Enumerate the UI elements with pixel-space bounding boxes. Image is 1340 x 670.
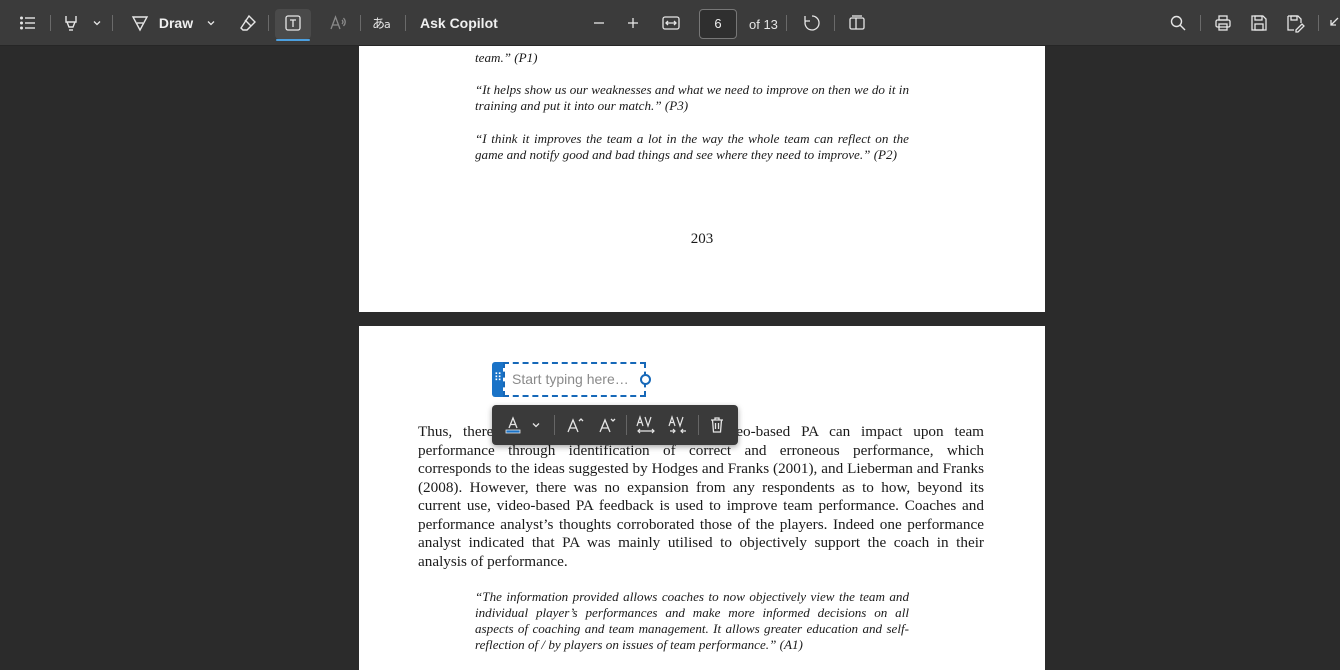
highlight-icon[interactable] [58, 9, 84, 37]
font-color-icon[interactable] [502, 414, 524, 436]
toolbar-divider [360, 15, 361, 31]
fit-width-icon[interactable] [658, 9, 684, 37]
delete-icon[interactable] [705, 414, 729, 436]
body-paragraph-start: Thus, there [418, 423, 494, 440]
page-number: 203 [690, 231, 714, 247]
translate-icon[interactable]: あ a [368, 9, 396, 37]
page-total-label: of 13 [749, 17, 778, 32]
quote-p3: “It helps show us our weaknesses and wha… [475, 82, 909, 113]
pdf-toolbar: Draw あ a Ask Copilot 6 of 13 [0, 0, 1340, 46]
ask-copilot-button[interactable]: Ask Copilot [420, 9, 500, 37]
toolbar-divider [1318, 15, 1319, 31]
toolbar-divider [268, 15, 269, 31]
increase-font-icon[interactable] [562, 414, 588, 436]
page-view-icon[interactable] [844, 9, 870, 37]
erase-icon[interactable] [234, 9, 262, 37]
text-format-toolbar [492, 405, 738, 445]
toolbar-divider [786, 15, 787, 31]
quote-fragment: team.” (P1) [475, 50, 538, 65]
text-box-icon[interactable] [279, 9, 307, 37]
pdf-page-204: Thus, there eo-based PA can impact upon … [359, 326, 1045, 670]
contents-icon[interactable] [14, 9, 42, 37]
print-icon[interactable] [1210, 9, 1236, 37]
resize-handle-icon[interactable] [640, 374, 651, 385]
svg-text:a: a [384, 18, 391, 31]
zoom-out-icon[interactable] [587, 9, 611, 37]
draw-button[interactable]: Draw [156, 9, 196, 37]
rotate-icon[interactable] [799, 9, 825, 37]
toolbar-divider [405, 15, 406, 31]
save-as-icon[interactable] [1282, 9, 1308, 37]
draw-icon[interactable] [126, 9, 154, 37]
quote-p2: “I think it improves the team a lot in t… [475, 131, 909, 162]
chevron-down-icon[interactable] [528, 414, 544, 436]
collapse-icon[interactable] [1326, 9, 1340, 37]
read-aloud-icon[interactable] [324, 9, 352, 37]
toolbar-divider [112, 15, 113, 31]
page-number-input[interactable]: 6 [699, 9, 737, 39]
active-tool-indicator [276, 39, 310, 41]
toolbar-divider [1200, 15, 1201, 31]
text-box-placeholder[interactable]: Start typing here… [512, 371, 629, 387]
chevron-down-icon[interactable] [202, 9, 220, 37]
grip-icon: ⠿ [494, 372, 503, 384]
toolbar-divider [698, 415, 699, 435]
decrease-spacing-icon[interactable] [664, 414, 692, 436]
toolbar-divider [554, 415, 555, 435]
pdf-page-203: team.” (P1) “It helps show us our weakne… [359, 46, 1045, 312]
toolbar-divider [626, 415, 627, 435]
toolbar-divider [50, 15, 51, 31]
body-paragraph: Thus, there eo-based PA can impact upon … [418, 423, 984, 571]
toolbar-divider [834, 15, 835, 31]
increase-spacing-icon[interactable] [632, 414, 660, 436]
quote-a1: “The information provided allows coaches… [475, 589, 909, 652]
decrease-font-icon[interactable] [594, 414, 620, 436]
save-icon[interactable] [1246, 9, 1272, 37]
chevron-down-icon[interactable] [88, 9, 106, 37]
search-icon[interactable] [1165, 9, 1191, 37]
zoom-in-icon[interactable] [621, 9, 645, 37]
